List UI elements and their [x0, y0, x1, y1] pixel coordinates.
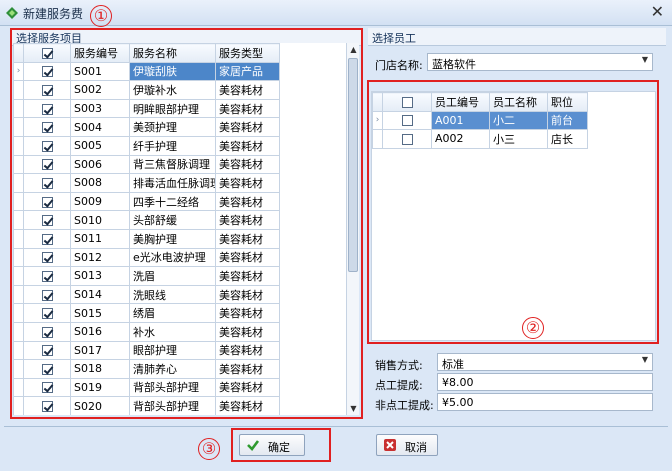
store-label: 门店名称:	[375, 59, 423, 72]
right-panel-title: 选择员工	[368, 28, 666, 46]
cancel-button-label: 取消	[405, 441, 427, 454]
point-commission-input[interactable]: ¥8.00	[437, 373, 653, 391]
store-value: 蓝格软件	[432, 58, 476, 71]
annotation-box-3	[231, 428, 331, 462]
annotation-2: ②	[522, 317, 544, 339]
close-icon	[384, 439, 396, 451]
sale-mode-label: 销售方式:	[375, 359, 423, 372]
cancel-button[interactable]: 取消	[376, 434, 438, 456]
annotation-box-1	[10, 28, 363, 419]
annotation-1: ①	[90, 5, 112, 27]
point-commission-label: 点工提成:	[375, 379, 423, 392]
nonpoint-commission-label: 非点工提成:	[375, 399, 434, 412]
annotation-3: ③	[198, 438, 220, 460]
annotation-box-2	[367, 80, 659, 344]
store-select[interactable]: 蓝格软件 ▼	[427, 53, 653, 71]
chevron-down-icon[interactable]: ▼	[642, 355, 648, 364]
app-icon	[6, 7, 18, 19]
bottom-divider	[4, 426, 668, 427]
close-icon[interactable]: ✕	[651, 3, 664, 21]
sale-mode-value: 标准	[442, 358, 464, 371]
nonpoint-commission-input[interactable]: ¥5.00	[437, 393, 653, 411]
chevron-down-icon[interactable]: ▼	[642, 55, 648, 64]
window-title: 新建服务费	[23, 7, 84, 21]
sale-mode-select[interactable]: 标准 ▼	[437, 353, 653, 371]
